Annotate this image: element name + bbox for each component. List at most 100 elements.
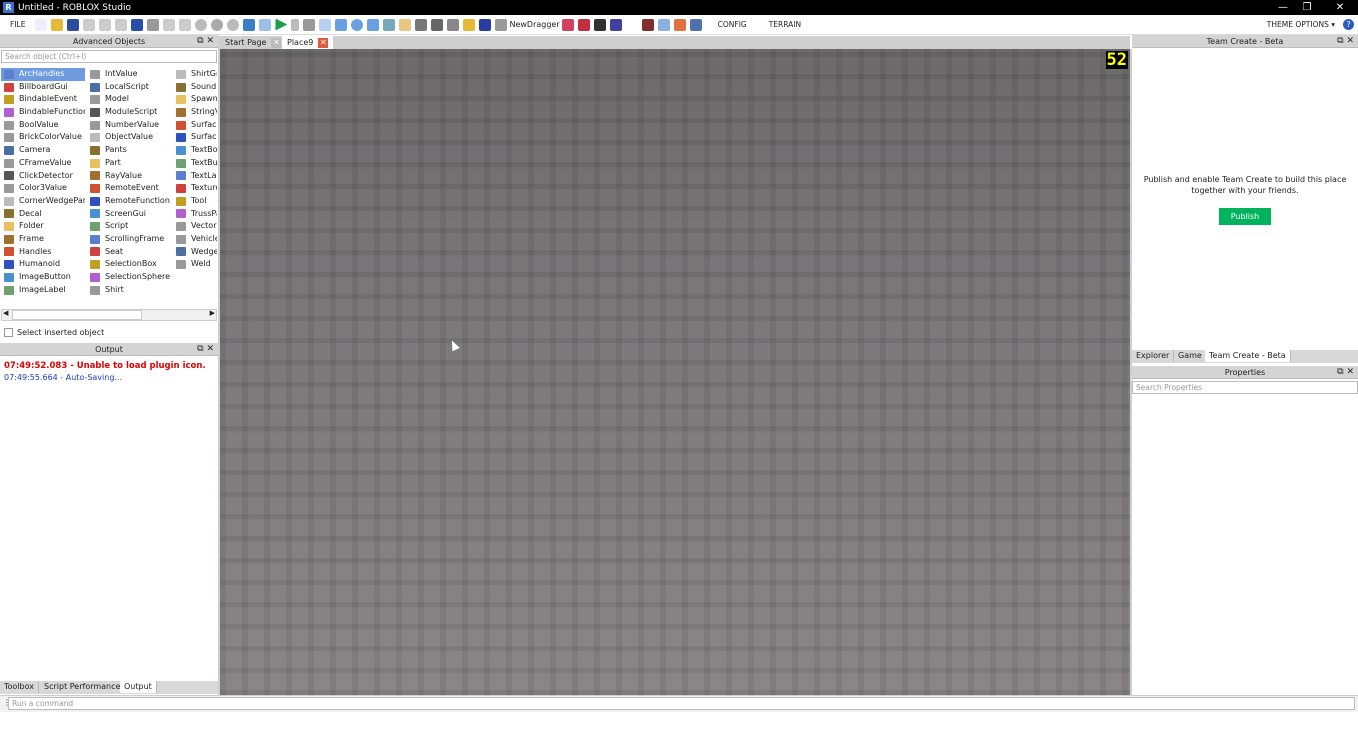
object-item[interactable]: NumberValue	[87, 119, 171, 132]
object-item[interactable]: BillboardGui	[1, 81, 85, 94]
object-item[interactable]: RemoteEvent	[87, 182, 171, 195]
object-item[interactable]: ScrollingFrame	[87, 233, 171, 246]
transform-icon[interactable]	[383, 18, 396, 31]
object-item[interactable]: ScreenGui	[87, 208, 171, 221]
object-item[interactable]: Decal	[1, 208, 85, 221]
object-item[interactable]: Part	[87, 157, 171, 170]
object-item[interactable]: Seat	[87, 246, 171, 259]
object-item[interactable]: SelectionBox	[87, 258, 171, 271]
new-file-icon[interactable]	[35, 18, 48, 31]
object-item[interactable]: Model	[87, 93, 171, 106]
object-item[interactable]: SpawnLocation	[173, 93, 217, 106]
restore-button[interactable]: ❐	[1292, 0, 1322, 15]
tab-toolbox[interactable]: Toolbox	[0, 681, 39, 693]
paint-icon[interactable]	[399, 18, 412, 31]
plugin-7-icon[interactable]	[673, 18, 686, 31]
object-item[interactable]: Sound	[173, 81, 217, 94]
tab-game[interactable]: Game	[1174, 350, 1207, 362]
union-icon[interactable]	[195, 18, 208, 31]
config-button[interactable]: CONFIG	[718, 20, 747, 29]
select-inserted-checkbox[interactable]: Select inserted object	[4, 328, 104, 337]
copy-icon[interactable]	[99, 18, 112, 31]
object-item[interactable]: ShirtGraphic	[173, 68, 217, 81]
object-item[interactable]: RayValue	[87, 170, 171, 183]
new-dragger-button[interactable]: NewDragger	[509, 20, 559, 29]
object-item[interactable]: TextBox	[173, 144, 217, 157]
close-button[interactable]: ✕	[1325, 0, 1355, 15]
object-item[interactable]: ClickDetector	[1, 170, 85, 183]
splitter[interactable]	[1130, 49, 1132, 695]
object-item[interactable]: CornerWedgePart	[1, 195, 85, 208]
undo-icon[interactable]	[131, 18, 144, 31]
scrollbar-thumb[interactable]	[12, 310, 142, 320]
object-item[interactable]: Tool	[173, 195, 217, 208]
object-item[interactable]: BrickColorValue	[1, 131, 85, 144]
plugin-2-icon[interactable]	[577, 18, 590, 31]
object-item[interactable]: ObjectValue	[87, 131, 171, 144]
panel-controls[interactable]: ⧉ ✕	[197, 343, 214, 356]
object-item[interactable]: Shirt	[87, 284, 171, 297]
object-item[interactable]: Weld	[173, 258, 217, 271]
tab-output[interactable]: Output	[120, 681, 157, 693]
object-item[interactable]: WedgePart	[173, 246, 217, 259]
anchor-icon[interactable]	[479, 18, 492, 31]
panel-controls[interactable]: ⧉ ✕	[1337, 35, 1354, 48]
object-item[interactable]: SurfaceGui	[173, 119, 217, 132]
object-item[interactable]: TrussPart	[173, 208, 217, 221]
object-item[interactable]: Color3Value	[1, 182, 85, 195]
object-item[interactable]: VehicleSeat	[173, 233, 217, 246]
tab-start-page[interactable]: Start Page ✕	[220, 36, 286, 49]
unjoin-icon[interactable]	[447, 18, 460, 31]
object-item[interactable]: CFrameValue	[1, 157, 85, 170]
checkbox-icon[interactable]	[4, 328, 13, 337]
object-item[interactable]: Texture	[173, 182, 217, 195]
horizontal-scrollbar[interactable]: ◀ ▶	[1, 309, 217, 321]
separate-icon[interactable]	[227, 18, 240, 31]
object-item[interactable]: Humanoid	[1, 258, 85, 271]
stop-icon[interactable]	[303, 18, 316, 31]
properties-search-input[interactable]: Search Properties	[1132, 381, 1358, 394]
save-icon[interactable]	[67, 18, 80, 31]
join-icon[interactable]	[431, 18, 444, 31]
cut-icon[interactable]	[83, 18, 96, 31]
object-item[interactable]: ImageLabel	[1, 284, 85, 297]
panel-controls[interactable]: ⧉ ✕	[197, 35, 214, 48]
redo-icon[interactable]	[147, 18, 160, 31]
plugin-1-icon[interactable]	[561, 18, 574, 31]
publish-button[interactable]: Publish	[1219, 208, 1271, 225]
object-item[interactable]: ImageButton	[1, 271, 85, 284]
terrain-button[interactable]: TERRAIN	[769, 20, 801, 29]
scale-icon[interactable]	[367, 18, 380, 31]
object-item[interactable]: BindableFunction	[1, 106, 85, 119]
group-icon[interactable]	[163, 18, 176, 31]
dragger-icon[interactable]	[495, 18, 508, 31]
object-search-input[interactable]: Search object (Ctrl+I)	[1, 50, 217, 63]
scroll-left-icon[interactable]: ◀	[3, 309, 8, 317]
scroll-right-icon[interactable]: ▶	[210, 309, 215, 317]
lock-icon[interactable]	[463, 18, 476, 31]
object-item[interactable]: SurfaceSelection	[173, 131, 217, 144]
play-icon[interactable]	[275, 18, 288, 31]
object-item[interactable]: TextLabel	[173, 170, 217, 183]
tab-team-create[interactable]: Team Create - Beta	[1205, 350, 1291, 362]
object-item[interactable]: Script	[87, 220, 171, 233]
pause-icon[interactable]	[291, 18, 300, 31]
help-icon[interactable]: ?	[1343, 19, 1354, 30]
file-menu[interactable]: FILE	[10, 20, 25, 29]
object-item[interactable]: BindableEvent	[1, 93, 85, 106]
plugin-6-icon[interactable]	[657, 18, 670, 31]
play-here-icon[interactable]	[259, 18, 272, 31]
object-item[interactable]: RemoteFunction	[87, 195, 171, 208]
object-item[interactable]: IntValue	[87, 68, 171, 81]
part-icon[interactable]	[243, 18, 256, 31]
ungroup-icon[interactable]	[179, 18, 192, 31]
object-item[interactable]: Pants	[87, 144, 171, 157]
splitter[interactable]	[218, 36, 220, 696]
tab-script-performance[interactable]: Script Performance	[40, 681, 126, 693]
object-item[interactable]: Vector3Value	[173, 220, 217, 233]
object-item[interactable]: BoolValue	[1, 119, 85, 132]
plugin-3-icon[interactable]	[593, 18, 606, 31]
rotate-icon[interactable]	[351, 18, 364, 31]
object-item[interactable]: Folder	[1, 220, 85, 233]
negate-icon[interactable]	[211, 18, 224, 31]
